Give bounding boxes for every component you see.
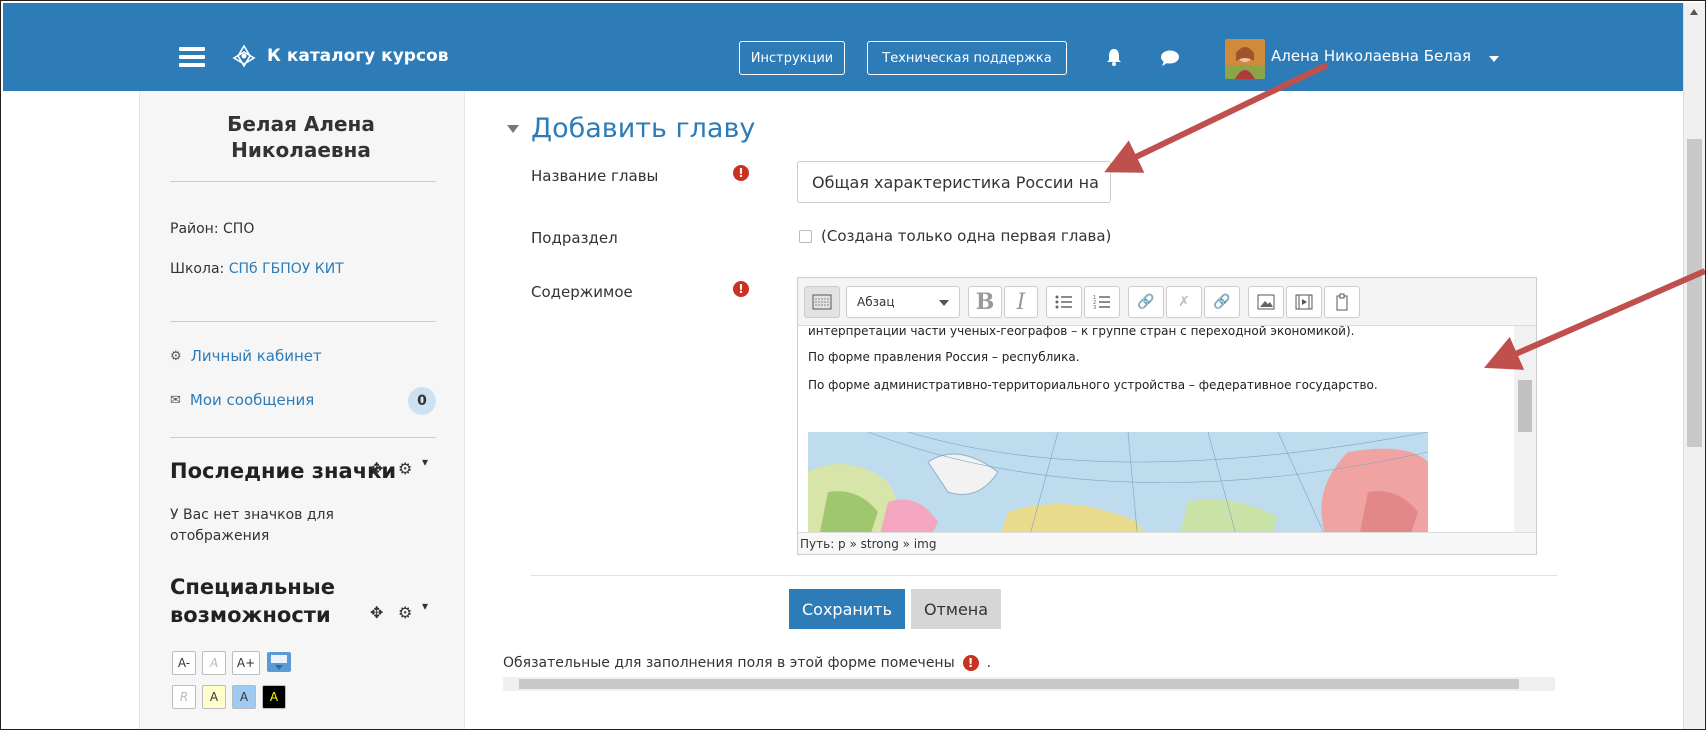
editor-scrollbar[interactable] bbox=[1514, 326, 1536, 532]
divider bbox=[170, 181, 436, 182]
divider bbox=[170, 437, 436, 438]
page-scrollbar[interactable] bbox=[1683, 3, 1705, 729]
section-title: Добавить главу bbox=[531, 113, 756, 144]
unlink-icon[interactable]: ✗ bbox=[1166, 286, 1202, 318]
block-menu-chevron-down-icon[interactable]: ▾ bbox=[422, 599, 428, 613]
editor-path-bar: Путь: p » strong » img bbox=[798, 532, 1536, 554]
messages-count-badge: 0 bbox=[408, 387, 436, 415]
user-menu-chevron-down-icon[interactable] bbox=[1489, 56, 1499, 62]
user-menu-name[interactable]: Алена Николаевна Белая bbox=[1271, 47, 1471, 65]
gear-icon[interactable]: ⚙ bbox=[398, 603, 412, 622]
district-field: Район: СПО bbox=[170, 221, 254, 237]
block-menu-chevron-down-icon[interactable]: ▾ bbox=[422, 455, 428, 469]
district-value: СПО bbox=[223, 221, 255, 237]
subchapter-label: Подраздел bbox=[531, 229, 618, 247]
required-fields-note: Обязательные для заполнения поля в этой … bbox=[503, 655, 991, 671]
cancel-button[interactable]: Отмена bbox=[911, 589, 1001, 629]
editor-scrollbar-thumb[interactable] bbox=[1518, 380, 1532, 432]
my-messages-link[interactable]: ✉ Мои сообщения bbox=[170, 391, 314, 409]
bold-icon[interactable]: B bbox=[968, 286, 1002, 318]
gear-icon[interactable]: ⚙ bbox=[398, 459, 412, 478]
font-reset-button[interactable]: A bbox=[202, 651, 226, 675]
font-increase-button[interactable]: A+ bbox=[232, 651, 260, 675]
instructions-button[interactable]: Инструкции bbox=[739, 41, 845, 75]
scroll-up-icon[interactable] bbox=[1690, 9, 1698, 15]
save-settings-icon[interactable] bbox=[264, 647, 294, 677]
form-divider bbox=[531, 575, 1557, 576]
move-icon[interactable]: ✥ bbox=[370, 603, 383, 622]
section-collapse-icon[interactable] bbox=[507, 125, 519, 133]
top-navbar: К каталогу курсов Инструкции Техническая… bbox=[3, 3, 1683, 91]
chevron-down-icon bbox=[939, 300, 949, 306]
personal-cabinet-label: Личный кабинет bbox=[190, 347, 322, 365]
save-button[interactable]: Сохранить bbox=[789, 589, 905, 629]
color-black-button[interactable]: A bbox=[262, 685, 286, 709]
content-line: По форме административно-территориальног… bbox=[808, 378, 1378, 392]
chapter-name-label: Название главы bbox=[531, 167, 659, 185]
subchapter-checkbox-label: (Создана только одна первая глава) bbox=[821, 227, 1112, 245]
catalog-logo-icon bbox=[232, 44, 256, 68]
horizontal-scrollbar[interactable] bbox=[503, 677, 1555, 691]
school-link[interactable]: СПб ГБПОУ КИТ bbox=[229, 261, 344, 277]
user-avatar[interactable] bbox=[1225, 39, 1265, 79]
required-icon: ! bbox=[733, 281, 749, 297]
manage-files-icon[interactable] bbox=[1324, 286, 1360, 318]
font-decrease-button[interactable]: A- bbox=[172, 651, 196, 675]
school-label: Школа: bbox=[170, 261, 225, 277]
profile-name: Белая Алена Николаевна bbox=[227, 112, 375, 162]
bullet-list-icon[interactable] bbox=[1046, 286, 1082, 318]
district-label: Район: bbox=[170, 221, 219, 237]
horizontal-scrollbar-thumb[interactable] bbox=[519, 679, 1519, 689]
chapter-name-input[interactable]: Общая характеристика России на bbox=[797, 161, 1111, 203]
badges-empty-text: У Вас нет значков для отображения bbox=[170, 507, 334, 544]
divider bbox=[170, 321, 436, 322]
rich-text-editor: Абзац B I 123 🔗 ✗ 🔗 интерпретации части … bbox=[797, 277, 1537, 555]
italic-icon[interactable]: I bbox=[1004, 286, 1038, 318]
personal-cabinet-link[interactable]: ⚙ Личный кабинет bbox=[170, 347, 322, 365]
paragraph-format-select[interactable]: Абзац bbox=[846, 286, 960, 318]
required-note-text: Обязательные для заполнения поля в этой … bbox=[503, 655, 955, 671]
support-button[interactable]: Техническая поддержка bbox=[867, 41, 1067, 75]
link-icon[interactable]: 🔗 bbox=[1128, 286, 1164, 318]
chat-icon[interactable] bbox=[1159, 49, 1181, 67]
color-blue-button[interactable]: A bbox=[232, 685, 256, 709]
anchor-link-icon[interactable]: 🔗 bbox=[1204, 286, 1240, 318]
required-icon: ! bbox=[962, 655, 979, 671]
insert-image-icon[interactable] bbox=[1248, 286, 1284, 318]
color-yellow-button[interactable]: A bbox=[202, 685, 226, 709]
numbered-list-icon[interactable]: 123 bbox=[1084, 286, 1120, 318]
catalog-link-label: К каталогу курсов bbox=[267, 46, 449, 66]
school-field: Школа: СПб ГБПОУ КИТ bbox=[170, 261, 344, 277]
color-reset-button[interactable]: R bbox=[172, 685, 196, 709]
required-icon: ! bbox=[733, 165, 749, 181]
content-label: Содержимое bbox=[531, 283, 633, 301]
editor-toolbar: Абзац B I 123 🔗 ✗ 🔗 bbox=[798, 278, 1536, 326]
dashboard-icon: ⚙ bbox=[170, 348, 182, 364]
left-sidebar: Белая Алена Николаевна Район: СПО Школа:… bbox=[139, 91, 465, 729]
paragraph-format-value: Абзац bbox=[857, 295, 895, 309]
toolbar-toggle-icon[interactable] bbox=[804, 286, 840, 318]
badges-block-title: Последние значки bbox=[170, 459, 397, 483]
bell-icon[interactable] bbox=[1105, 47, 1123, 67]
insert-media-icon[interactable] bbox=[1286, 286, 1322, 318]
my-messages-label: Мои сообщения bbox=[189, 391, 315, 409]
envelope-icon: ✉ bbox=[170, 392, 181, 408]
russia-map-image[interactable] bbox=[808, 432, 1428, 532]
content-line: По форме правления Россия – республика. bbox=[808, 350, 1080, 364]
browser-window: К каталогу курсов Инструкции Техническая… bbox=[0, 0, 1706, 730]
accessibility-block-title: Специальные возможности bbox=[170, 575, 336, 627]
move-icon[interactable]: ✥ bbox=[370, 459, 383, 478]
required-note-period: . bbox=[986, 655, 992, 671]
content-line: интерпретации части ученых-географов – к… bbox=[808, 326, 1355, 338]
catalog-link[interactable]: К каталогу курсов bbox=[231, 41, 448, 71]
svg-text:3: 3 bbox=[1093, 305, 1096, 310]
menu-icon[interactable] bbox=[179, 47, 205, 67]
subchapter-checkbox[interactable] bbox=[799, 230, 812, 243]
page-scrollbar-thumb[interactable] bbox=[1687, 139, 1702, 447]
editor-content-area[interactable]: интерпретации части ученых-географов – к… bbox=[798, 326, 1514, 532]
